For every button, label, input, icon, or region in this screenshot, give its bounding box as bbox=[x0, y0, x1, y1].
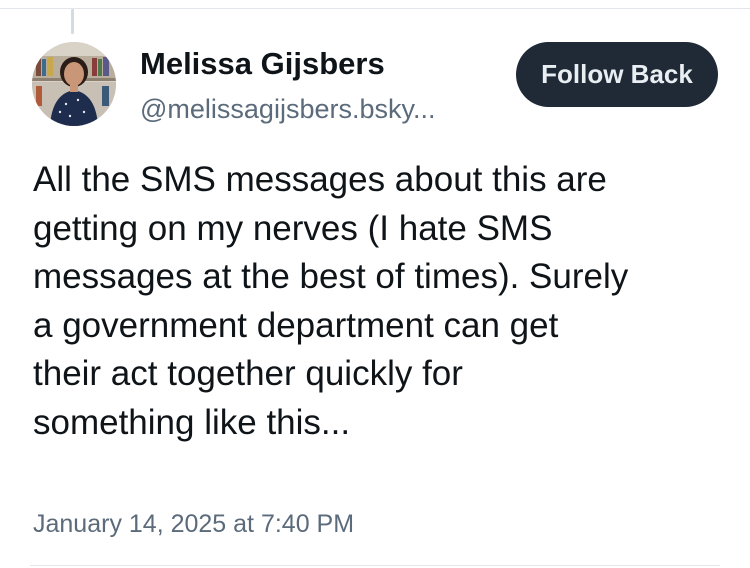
post-body: All the SMS messages about this are gett… bbox=[33, 156, 723, 447]
post-text-line: All the SMS messages about this are bbox=[33, 160, 607, 199]
post-timestamp[interactable]: January 14, 2025 at 7:40 PM bbox=[33, 510, 354, 539]
post-text-line: their act together quickly for bbox=[33, 354, 463, 393]
follow-back-button[interactable]: Follow Back bbox=[516, 42, 718, 107]
post-text-line: messages at the best of times). Surely bbox=[33, 257, 629, 296]
author-display-name[interactable]: Melissa Gijsbers bbox=[140, 46, 385, 82]
avatar[interactable] bbox=[32, 42, 116, 126]
bottom-divider bbox=[30, 565, 720, 566]
post-text-line: a government department can get bbox=[33, 305, 559, 345]
profile-photo-icon bbox=[32, 42, 116, 126]
author-handle[interactable]: @melissagijsbers.bsky... bbox=[140, 94, 435, 125]
post-text-line: something like this... bbox=[33, 402, 351, 442]
post-text-line: getting on my nerves (I hate SMS bbox=[33, 208, 553, 248]
post-card: Melissa Gijsbers @melissagijsbers.bsky..… bbox=[0, 0, 750, 568]
